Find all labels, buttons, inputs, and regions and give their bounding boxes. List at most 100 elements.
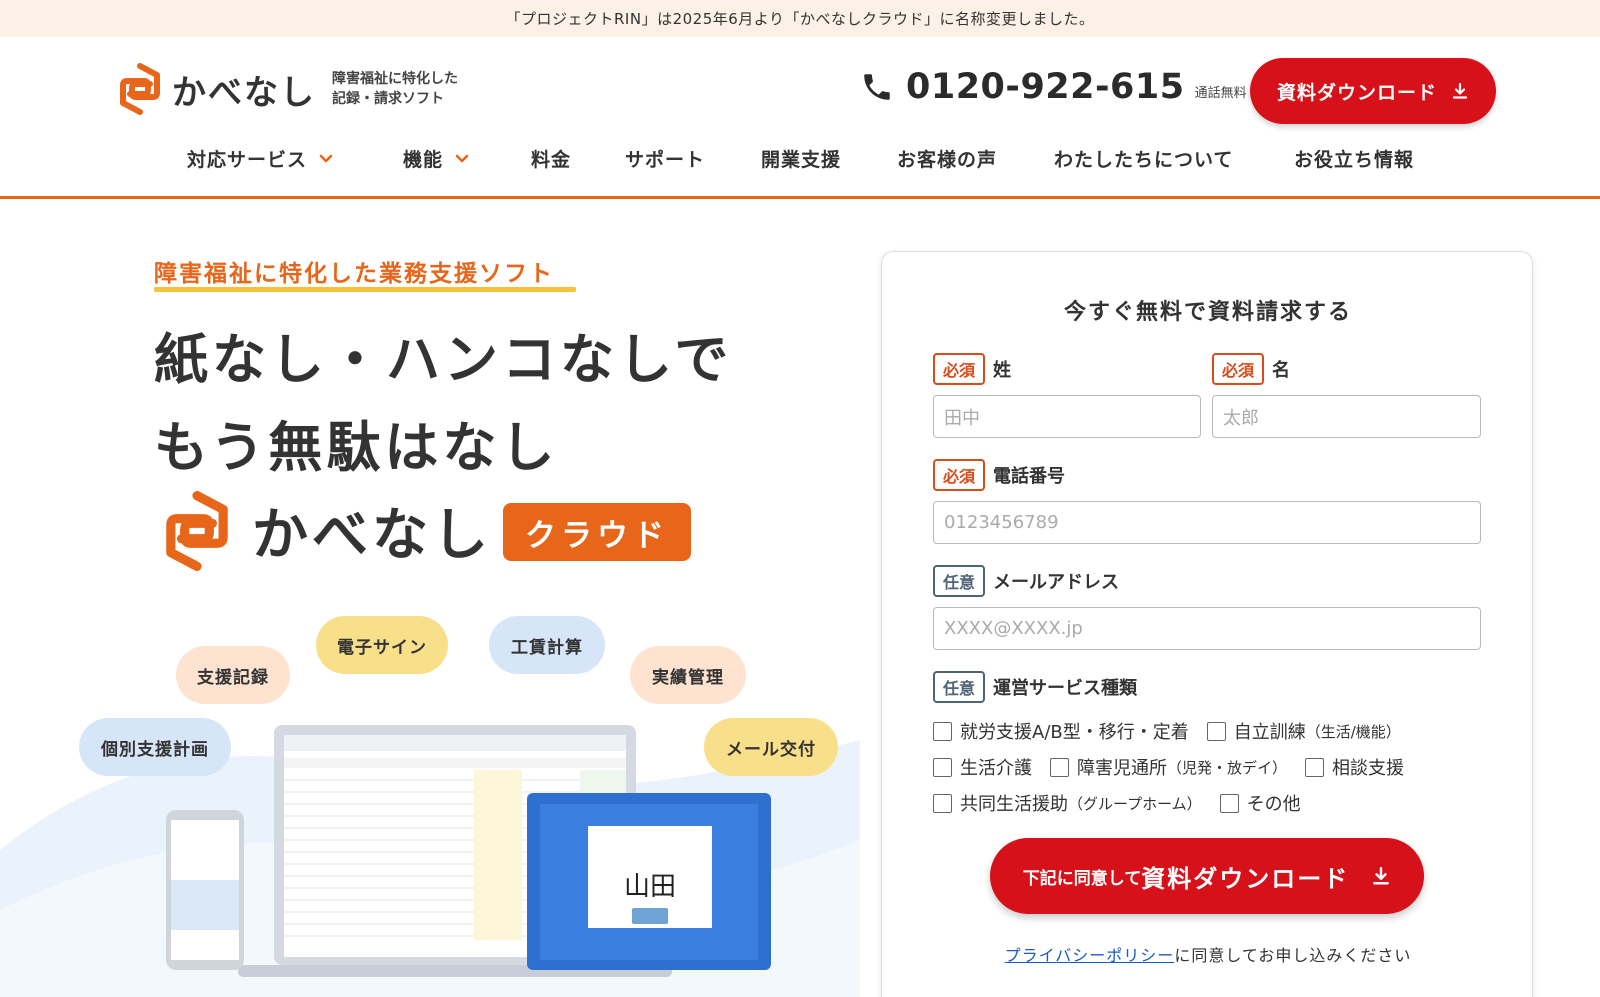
service-checkbox-row: 生活介護 障害児通所 （児発・放デイ） 相談支援 bbox=[933, 754, 1422, 780]
feature-support-record: 支援記録 bbox=[176, 646, 290, 704]
label-text: メールアドレス bbox=[993, 572, 1119, 593]
nav-label: サポート bbox=[625, 149, 706, 171]
service-checkbox-row: 就労支援A/B型・移行・定着 自立訓練 （生活/機能） bbox=[933, 718, 1419, 744]
feature-email-delivery: メール交付 bbox=[704, 718, 838, 776]
nav-item-features[interactable]: 機能 bbox=[403, 145, 469, 172]
label-text: 名 bbox=[1272, 360, 1290, 381]
hero-title: 紙なし・ハンコなしで もう無駄はなし bbox=[154, 316, 732, 492]
nav-item-voices[interactable]: お客様の声 bbox=[897, 145, 997, 172]
service-checkbox-consultation[interactable]: 相談支援 bbox=[1305, 754, 1404, 780]
phone-note: 通話無料 bbox=[1194, 85, 1247, 101]
feature-record-management: 実績管理 bbox=[630, 646, 746, 704]
feature-e-signature: 電子サイン bbox=[316, 616, 448, 674]
checkbox-label: その他 bbox=[1246, 794, 1301, 815]
optional-tag: 任意 bbox=[933, 671, 985, 703]
nav-item-about[interactable]: わたしたちについて bbox=[1054, 145, 1233, 172]
service-checkbox-row: 共同生活援助 （グループホーム） その他 bbox=[933, 790, 1319, 816]
service-checkbox-other[interactable]: その他 bbox=[1219, 790, 1301, 816]
checkbox-label: 自立訓練 bbox=[1233, 722, 1306, 743]
form-title: 今すぐ無料で資料請求する bbox=[1063, 300, 1352, 325]
nav-item-startup[interactable]: 開業支援 bbox=[761, 145, 841, 172]
checkbox[interactable] bbox=[1206, 721, 1226, 741]
site-header: かべなし 障害福祉に特化した 記録・請求ソフト 0120-922-615 通話無… bbox=[0, 37, 1600, 199]
nav-label: 料金 bbox=[531, 149, 572, 171]
submit-label: 資料ダウンロード bbox=[1141, 864, 1350, 893]
checkbox-label: 生活介護 bbox=[960, 758, 1032, 779]
nav-label: 対応サービス bbox=[187, 149, 308, 171]
logo-tagline: 障害福祉に特化した 記録・請求ソフト bbox=[332, 69, 458, 109]
checkbox[interactable] bbox=[1050, 757, 1069, 777]
service-checkbox-employment[interactable]: 就労支援A/B型・移行・定着 bbox=[933, 718, 1189, 744]
phone-icon bbox=[864, 74, 890, 100]
required-tag: 必須 bbox=[1212, 353, 1264, 385]
service-checkbox-child-daycare[interactable]: 障害児通所 （児発・放デイ） bbox=[1050, 754, 1287, 780]
checkbox-note: （児発・放デイ） bbox=[1167, 758, 1288, 777]
nav-item-services[interactable]: 対応サービス bbox=[187, 145, 333, 172]
checkbox[interactable] bbox=[1305, 757, 1325, 777]
first-name-input[interactable]: 太郎 bbox=[1212, 395, 1481, 438]
nav-item-pricing[interactable]: 料金 bbox=[531, 145, 571, 172]
logo-tagline-line: 障害福祉に特化した bbox=[332, 71, 458, 87]
chevron-down-icon bbox=[319, 154, 333, 162]
optional-tag: 任意 bbox=[933, 565, 985, 597]
checkbox[interactable] bbox=[933, 757, 952, 777]
checkbox-label: 共同生活援助 bbox=[960, 794, 1068, 815]
checkbox[interactable] bbox=[933, 793, 952, 813]
tablet-signature: 山田 bbox=[624, 872, 676, 902]
label-text: 運営サービス種類 bbox=[993, 678, 1137, 699]
header-download-button[interactable]: 資料ダウンロード bbox=[1250, 58, 1496, 124]
hero-subtitle-underline bbox=[154, 287, 576, 292]
nav-label: わたしたちについて bbox=[1054, 149, 1234, 171]
label-text: 電話番号 bbox=[993, 466, 1065, 487]
announcement-bar: 「プロジェクトRIN」は2025年6月より「かべなしクラウド」に名称変更しました… bbox=[0, 0, 1600, 37]
submit-download-button[interactable]: 下記に同意して 資料ダウンロード bbox=[990, 838, 1424, 914]
privacy-text: に同意してお申し込みください bbox=[1174, 946, 1412, 965]
required-tag: 必須 bbox=[933, 353, 985, 385]
nav-item-info[interactable]: お役立ち情報 bbox=[1294, 145, 1414, 172]
nav-label: 開業支援 bbox=[761, 149, 842, 171]
download-icon bbox=[1373, 867, 1390, 885]
kabenashi-logo-icon bbox=[120, 63, 160, 115]
nav-label: 機能 bbox=[403, 149, 444, 171]
nav-item-support[interactable]: サポート bbox=[625, 145, 705, 172]
nav-label: お役立ち情報 bbox=[1294, 149, 1415, 171]
checkbox-note: （生活/機能） bbox=[1305, 722, 1401, 741]
download-button-label: 資料ダウンロード bbox=[1276, 81, 1437, 104]
checkbox[interactable] bbox=[1219, 793, 1239, 813]
logo-name: かべなし bbox=[172, 72, 316, 113]
phone-input[interactable]: 0123456789 bbox=[933, 501, 1481, 544]
feature-wage-calc: 工賃計算 bbox=[489, 616, 605, 674]
product-logo: かべなし bbox=[160, 490, 492, 571]
privacy-notice: プライバシーポリシーに同意してお申し込みください bbox=[882, 942, 1534, 966]
feature-individual-plan: 個別支援計画 bbox=[79, 718, 231, 776]
privacy-policy-link[interactable]: プライバシーポリシー bbox=[1005, 946, 1175, 965]
logo-tagline-line: 記録・請求ソフト bbox=[332, 91, 444, 107]
announcement-text: 「プロジェクトRIN」は2025年6月より「かべなしクラウド」に名称変更しました… bbox=[505, 10, 1095, 28]
checkbox-note: （グループホーム） bbox=[1068, 794, 1202, 813]
hero-title-line: もう無駄はなし bbox=[154, 416, 559, 479]
first-name-label: 必須 名 bbox=[1212, 353, 1290, 385]
service-checkbox-daily-care[interactable]: 生活介護 bbox=[933, 754, 1032, 780]
site-logo[interactable]: かべなし 障害福祉に特化した 記録・請求ソフト bbox=[116, 63, 458, 115]
service-type-label: 任意 運営サービス種類 bbox=[933, 671, 1137, 703]
hero-subtitle: 障害福祉に特化した業務支援ソフト bbox=[154, 261, 554, 287]
phone-label: 必須 電話番号 bbox=[933, 459, 1065, 491]
last-name-input[interactable]: 田中 bbox=[933, 395, 1201, 438]
email-label: 任意 メールアドレス bbox=[933, 565, 1119, 597]
service-checkbox-group-home[interactable]: 共同生活援助 （グループホーム） bbox=[933, 790, 1202, 816]
main-nav: 対応サービス 機能 料金 サポート 開業支援 お客様の声 わたしたちについて お… bbox=[0, 137, 1600, 181]
phone-contact[interactable]: 0120-922-615 通話無料 bbox=[860, 67, 1247, 107]
submit-prefix: 下記に同意して bbox=[1022, 868, 1142, 889]
checkbox[interactable] bbox=[933, 721, 952, 741]
last-name-label: 必須 姓 bbox=[933, 353, 1011, 385]
email-input[interactable]: XXXX@XXXX.jp bbox=[933, 607, 1481, 650]
required-tag: 必須 bbox=[933, 459, 985, 491]
checkbox-label: 障害児通所 bbox=[1077, 758, 1167, 779]
checkbox-label: 就労支援A/B型・移行・定着 bbox=[960, 722, 1189, 743]
label-text: 姓 bbox=[993, 360, 1011, 381]
product-badge: クラウド bbox=[503, 503, 691, 561]
service-checkbox-independence[interactable]: 自立訓練 （生活/機能） bbox=[1206, 718, 1401, 744]
nav-label: お客様の声 bbox=[897, 149, 998, 171]
download-icon bbox=[1452, 82, 1468, 99]
chevron-down-icon bbox=[455, 154, 469, 162]
